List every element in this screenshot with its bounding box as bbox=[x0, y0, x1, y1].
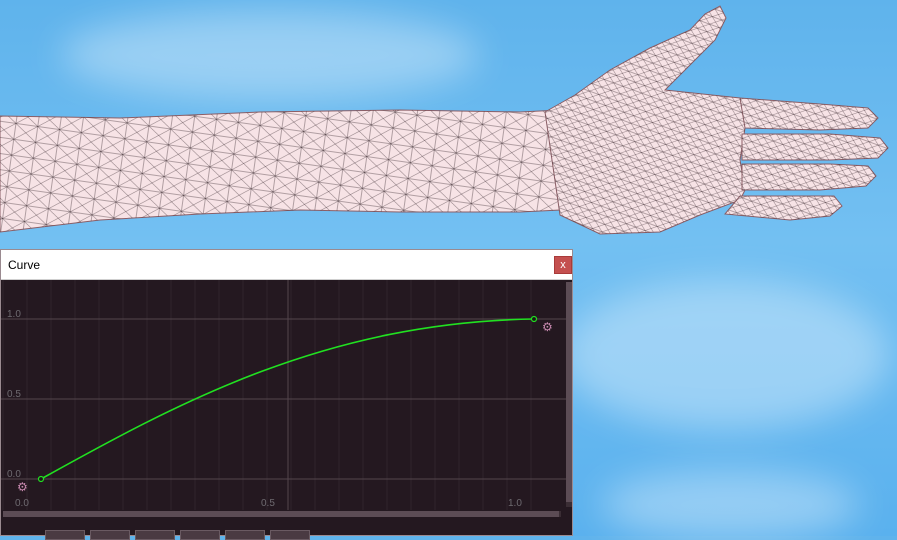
close-button[interactable]: x bbox=[554, 256, 572, 274]
curve-editor-window[interactable]: Curve x 1.0 0.5 0.0 0.0 0.5 1.0 ⚙ ⚙ bbox=[0, 249, 573, 540]
gear-icon[interactable]: ⚙ bbox=[17, 480, 28, 494]
preset-ease-out-button[interactable] bbox=[135, 530, 175, 540]
preset-linear-button[interactable] bbox=[45, 530, 85, 540]
scrollbar-thumb[interactable] bbox=[566, 282, 572, 502]
curve-window-title: Curve bbox=[8, 258, 41, 272]
y-tick-label: 0.5 bbox=[7, 389, 21, 400]
scrollbar-thumb[interactable] bbox=[3, 511, 559, 517]
curve-keyframe-end[interactable] bbox=[530, 315, 538, 323]
preset-custom-button[interactable] bbox=[225, 530, 265, 540]
gear-icon[interactable]: ⚙ bbox=[542, 320, 553, 334]
curve-graph[interactable]: 1.0 0.5 0.0 0.0 0.5 1.0 ⚙ ⚙ bbox=[1, 280, 566, 510]
y-tick-label: 1.0 bbox=[7, 309, 21, 320]
y-tick-label: 0.0 bbox=[7, 469, 21, 480]
x-tick-label: 1.0 bbox=[508, 498, 522, 509]
preset-ease-in-out-button[interactable] bbox=[180, 530, 220, 540]
preset-ease-in-button[interactable] bbox=[90, 530, 130, 540]
curve-window-titlebar[interactable]: Curve x bbox=[1, 250, 572, 280]
horizontal-scrollbar[interactable] bbox=[3, 511, 561, 517]
x-tick-label: 0.0 bbox=[15, 498, 29, 509]
vertical-scrollbar[interactable] bbox=[566, 282, 572, 507]
preset-extra-button[interactable] bbox=[270, 530, 310, 540]
x-tick-label: 0.5 bbox=[261, 498, 275, 509]
curve-keyframe-start[interactable] bbox=[37, 475, 45, 483]
